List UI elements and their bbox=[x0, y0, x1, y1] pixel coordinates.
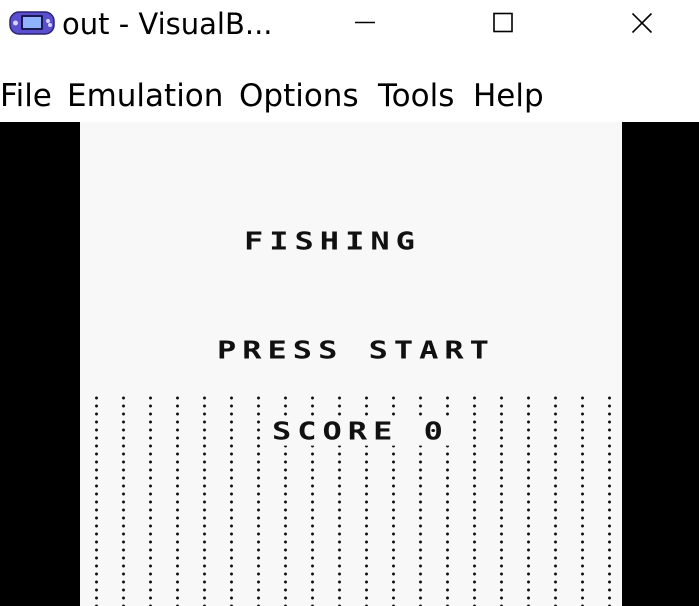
maximize-icon bbox=[493, 12, 513, 33]
minimize-icon bbox=[355, 21, 375, 24]
press-start-prompt: PRESS START bbox=[217, 335, 495, 365]
score-value: 0 bbox=[423, 416, 449, 446]
menu-options[interactable]: Options bbox=[239, 77, 359, 115]
menu-file[interactable]: File bbox=[0, 77, 52, 115]
score-label: SCORE bbox=[272, 416, 399, 446]
game-title: FISHING bbox=[244, 226, 421, 256]
close-icon bbox=[631, 12, 653, 34]
gameboy-advance-icon[interactable] bbox=[9, 9, 55, 37]
score-display: SCORE 0 bbox=[270, 416, 451, 446]
maximize-button[interactable] bbox=[458, 0, 548, 46]
menu-tools[interactable]: Tools bbox=[378, 77, 454, 115]
menu-bar: File Emulation Options Tools Help bbox=[0, 72, 699, 120]
title-bar: out - VisualB... bbox=[0, 0, 699, 46]
close-button[interactable] bbox=[597, 0, 687, 46]
minimize-button[interactable] bbox=[320, 0, 410, 46]
game-screen[interactable]: FISHING PRESS START SCORE 0 bbox=[80, 122, 622, 606]
window-title: out - VisualB... bbox=[62, 7, 273, 41]
menu-help[interactable]: Help bbox=[473, 77, 544, 115]
menu-emulation[interactable]: Emulation bbox=[67, 77, 223, 115]
emulator-viewport[interactable]: FISHING PRESS START SCORE 0 bbox=[0, 122, 699, 606]
